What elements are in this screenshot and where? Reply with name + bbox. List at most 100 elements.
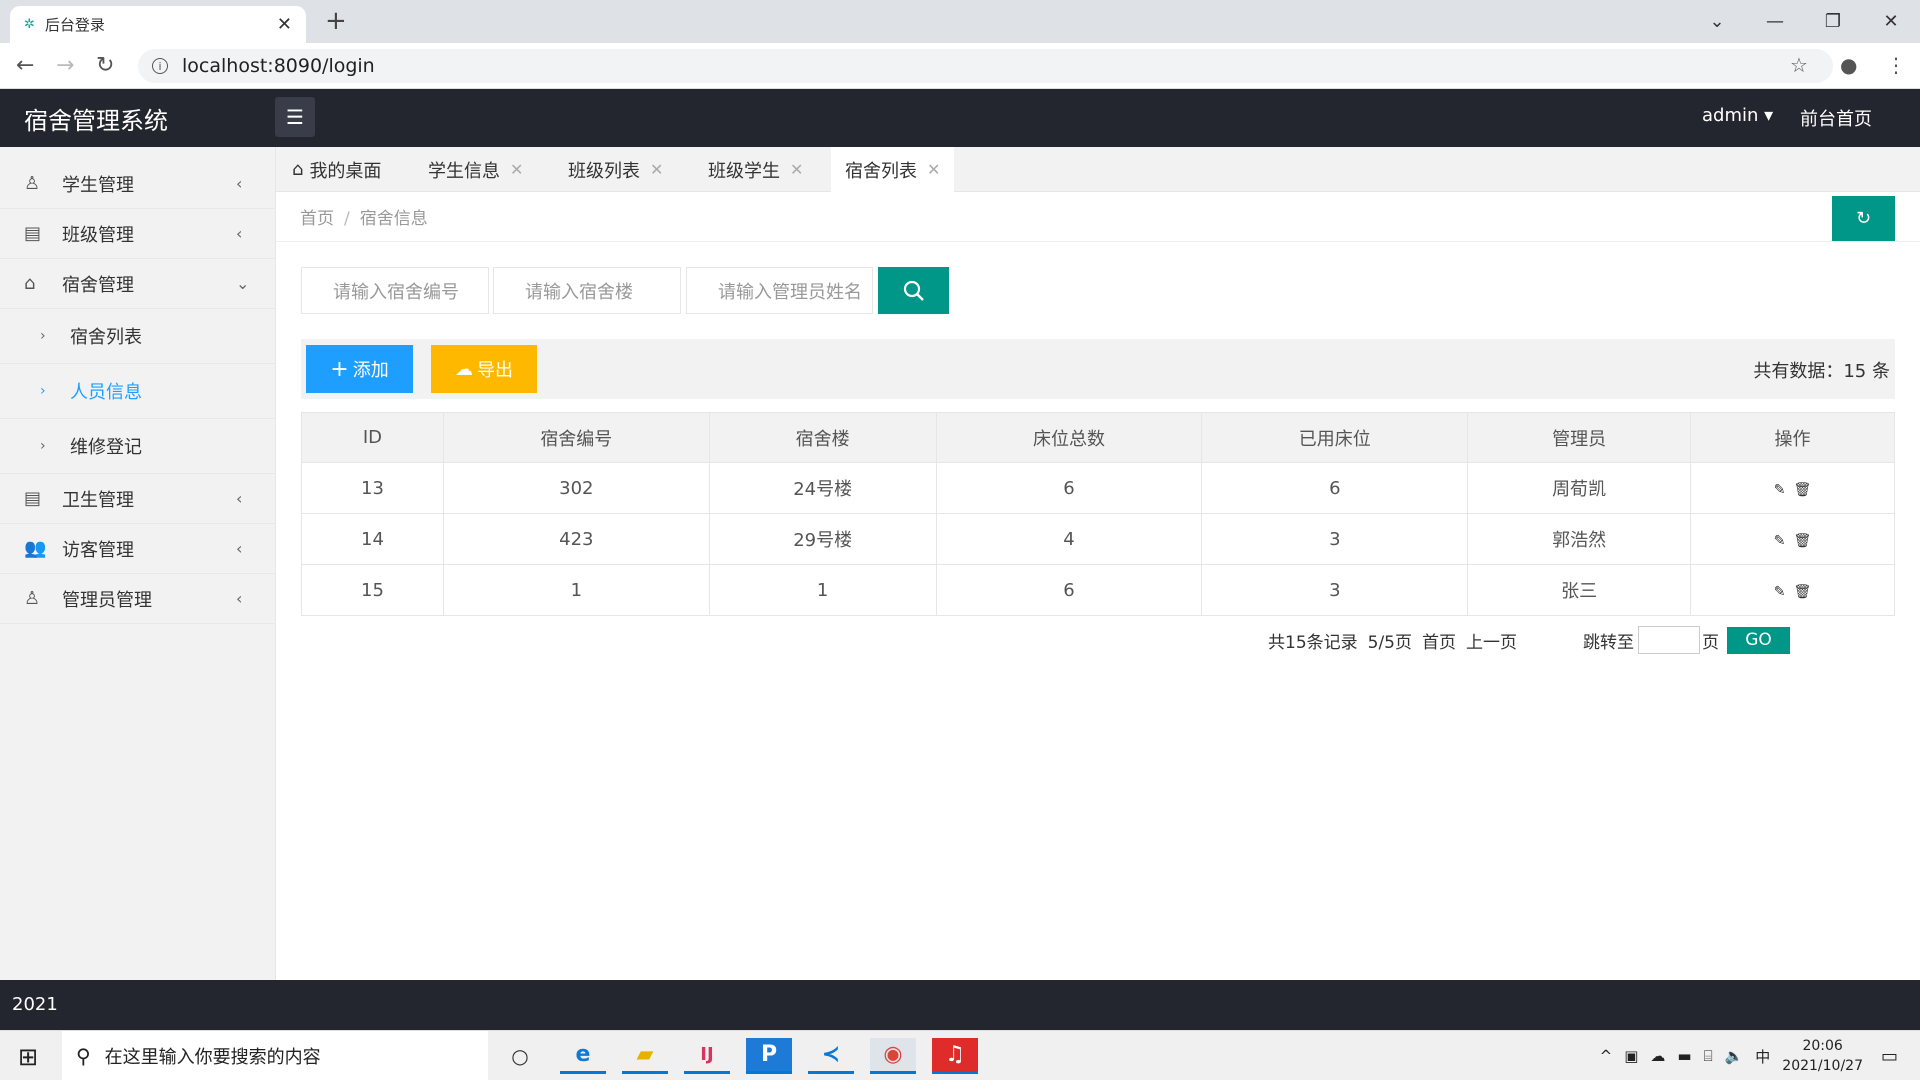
sidebar-subitem-personnel[interactable]: › 人员信息 — [0, 364, 276, 419]
sidebar-subitem-repairs[interactable]: › 维修登记 — [0, 419, 276, 474]
clock[interactable]: 20:06 2021/10/27 — [1782, 1036, 1863, 1076]
breadcrumb-home[interactable]: 首页 — [300, 209, 334, 229]
tab-dorm-list[interactable]: 宿舍列表 ✕ — [831, 147, 955, 192]
network-icon[interactable]: ▣ — [1624, 1047, 1638, 1065]
user-icon: ♙ — [24, 588, 41, 609]
edit-icon[interactable]: ✎ — [1774, 533, 1786, 549]
app-header: 宿舍管理系统 ☰ admin ▾ 前台首页 — [0, 89, 1920, 147]
browser-tab-title: 后台登录 — [44, 16, 105, 34]
pager-total: 共15条记录 — [1268, 632, 1358, 653]
battery-icon[interactable]: ▬ — [1677, 1047, 1691, 1065]
dorm-no-input[interactable]: 请输入宿舍编号 — [301, 267, 489, 314]
profile-dropdown-icon[interactable]: ⌄ — [1688, 11, 1746, 32]
sidebar-item-dorms[interactable]: ⌂ 宿舍管理 ⌄ — [0, 259, 276, 309]
tray-expand-icon[interactable]: ^ — [1600, 1047, 1613, 1065]
sidebar-item-admins[interactable]: ♙ 管理员管理 ‹ — [0, 574, 276, 624]
chevron-left-icon: ‹ — [236, 224, 243, 243]
export-button[interactable]: ☁ 导出 — [431, 345, 537, 393]
ime-indicator[interactable]: 中 — [1755, 1046, 1770, 1067]
edge-icon[interactable]: e — [560, 1038, 606, 1074]
forward-icon[interactable]: → — [56, 53, 74, 78]
cell-id: 15 — [301, 564, 444, 616]
reload-icon[interactable]: ↻ — [96, 53, 114, 78]
sidebar-subitem-dorm-list[interactable]: › 宿舍列表 — [0, 309, 276, 364]
onedrive-icon[interactable]: ☁ — [1650, 1047, 1665, 1065]
search-button[interactable] — [878, 267, 949, 314]
pager-prev-link[interactable]: 上一页 — [1466, 628, 1517, 653]
wifi-icon[interactable]: ⌸ — [1704, 1047, 1713, 1065]
close-tab-icon[interactable]: ✕ — [650, 160, 663, 179]
site-info-icon[interactable]: i — [152, 58, 168, 74]
clock-date: 2021/10/27 — [1782, 1058, 1863, 1074]
windows-start-icon[interactable]: ⊞ — [18, 1043, 38, 1071]
trash-icon[interactable]: 🗑 — [1794, 482, 1812, 498]
new-tab-icon[interactable]: + — [325, 6, 347, 36]
column-header: ID — [301, 412, 444, 463]
edit-icon[interactable]: ✎ — [1774, 482, 1786, 498]
file-explorer-icon[interactable]: ▰ — [622, 1038, 668, 1074]
chevron-right-icon: › — [40, 328, 46, 344]
table-header-row: ID 宿舍编号 宿舍楼 床位总数 已用床位 管理员 操作 — [301, 412, 1895, 463]
user-name: admin — [1702, 105, 1759, 126]
minimize-icon[interactable]: — — [1746, 11, 1804, 32]
pager-first-link[interactable]: 首页 — [1422, 628, 1456, 653]
notification-icon[interactable]: ▭ — [1881, 1046, 1898, 1067]
close-tab-icon[interactable]: ✕ — [510, 160, 523, 179]
p-app-icon[interactable]: P — [746, 1038, 792, 1074]
back-icon[interactable]: ← — [16, 53, 34, 78]
volume-icon[interactable]: 🔈 — [1725, 1047, 1744, 1065]
chevron-left-icon: ‹ — [236, 539, 243, 558]
sidebar-item-visitors[interactable]: 👥 访客管理 ‹ — [0, 524, 276, 574]
url-text: localhost:8090/login — [182, 55, 375, 77]
cell-actions: ✎ 🗑 — [1690, 564, 1895, 616]
trash-icon[interactable]: 🗑 — [1794, 584, 1812, 600]
cell-id: 13 — [301, 462, 444, 514]
sidebar-item-classes[interactable]: ▤ 班级管理 ‹ — [0, 209, 276, 259]
manager-name-input[interactable]: 请输入管理员姓名 — [686, 267, 873, 314]
users-icon: 👥 — [24, 538, 47, 559]
tab-label: 班级列表 — [568, 160, 640, 182]
browser-tab[interactable]: ✲ 后台登录 ✕ — [10, 6, 306, 43]
taskbar-search[interactable]: ⚲ 在这里输入你要搜索的内容 — [62, 1031, 488, 1081]
menu-toggle-icon[interactable]: ☰ — [275, 97, 315, 137]
building-input[interactable]: 请输入宿舍楼 — [493, 267, 681, 314]
close-tab-icon[interactable]: ✕ — [277, 14, 292, 35]
tab-class-list[interactable]: 班级列表 ✕ — [554, 147, 677, 192]
plus-icon: + — [330, 356, 349, 382]
edit-icon[interactable]: ✎ — [1774, 584, 1786, 600]
clock-time: 20:06 — [1802, 1038, 1843, 1054]
refresh-button[interactable]: ↻ — [1832, 196, 1895, 241]
restore-icon[interactable]: ❐ — [1804, 11, 1862, 32]
taskbar-search-placeholder: 在这里输入你要搜索的内容 — [104, 1047, 321, 1068]
tab-my-desktop[interactable]: ⌂ 我的桌面 — [278, 147, 395, 192]
tab-class-students[interactable]: 班级学生 ✕ — [694, 147, 817, 192]
close-window-icon[interactable]: ✕ — [1862, 11, 1920, 32]
url-input[interactable]: i localhost:8090/login — [138, 49, 1833, 83]
bookmark-star-icon[interactable]: ☆ — [1790, 53, 1808, 77]
close-tab-icon[interactable]: ✕ — [790, 160, 803, 179]
close-tab-icon[interactable]: ✕ — [927, 160, 940, 179]
go-button[interactable]: GO — [1727, 626, 1790, 654]
cortana-icon[interactable]: ○ — [497, 1038, 543, 1074]
add-button[interactable]: + 添加 — [306, 345, 413, 393]
account-icon[interactable]: ● — [1840, 53, 1857, 77]
sidebar-item-hygiene[interactable]: ▤ 卫生管理 ‹ — [0, 474, 276, 524]
pager-page-unit: 页 — [1702, 632, 1719, 653]
front-home-link[interactable]: 前台首页 — [1800, 105, 1872, 131]
cell-manager: 郭浩然 — [1467, 513, 1692, 565]
clipboard-icon: ▤ — [24, 488, 42, 509]
chevron-right-icon: › — [40, 438, 46, 454]
netease-music-icon[interactable]: ♫ — [932, 1038, 978, 1074]
intellij-icon[interactable]: IJ — [684, 1038, 730, 1074]
user-menu[interactable]: admin ▾ — [1702, 105, 1773, 126]
sidebar-item-students[interactable]: ♙ 学生管理 ‹ — [0, 159, 276, 209]
browser-menu-icon[interactable]: ⋮ — [1886, 53, 1906, 77]
tab-student-info[interactable]: 学生信息 ✕ — [414, 147, 537, 192]
trash-icon[interactable]: 🗑 — [1794, 533, 1812, 549]
tab-bar: ⌂ 我的桌面 学生信息 ✕ 班级列表 ✕ 班级学生 ✕ 宿舍列表 ✕ — [276, 147, 1920, 192]
cell-total-beds: 6 — [935, 564, 1203, 616]
page-jump-input[interactable] — [1638, 626, 1700, 654]
chevron-right-icon: › — [40, 383, 46, 399]
chrome-icon[interactable]: ◉ — [870, 1038, 916, 1074]
vscode-icon[interactable]: ≺ — [808, 1038, 854, 1074]
